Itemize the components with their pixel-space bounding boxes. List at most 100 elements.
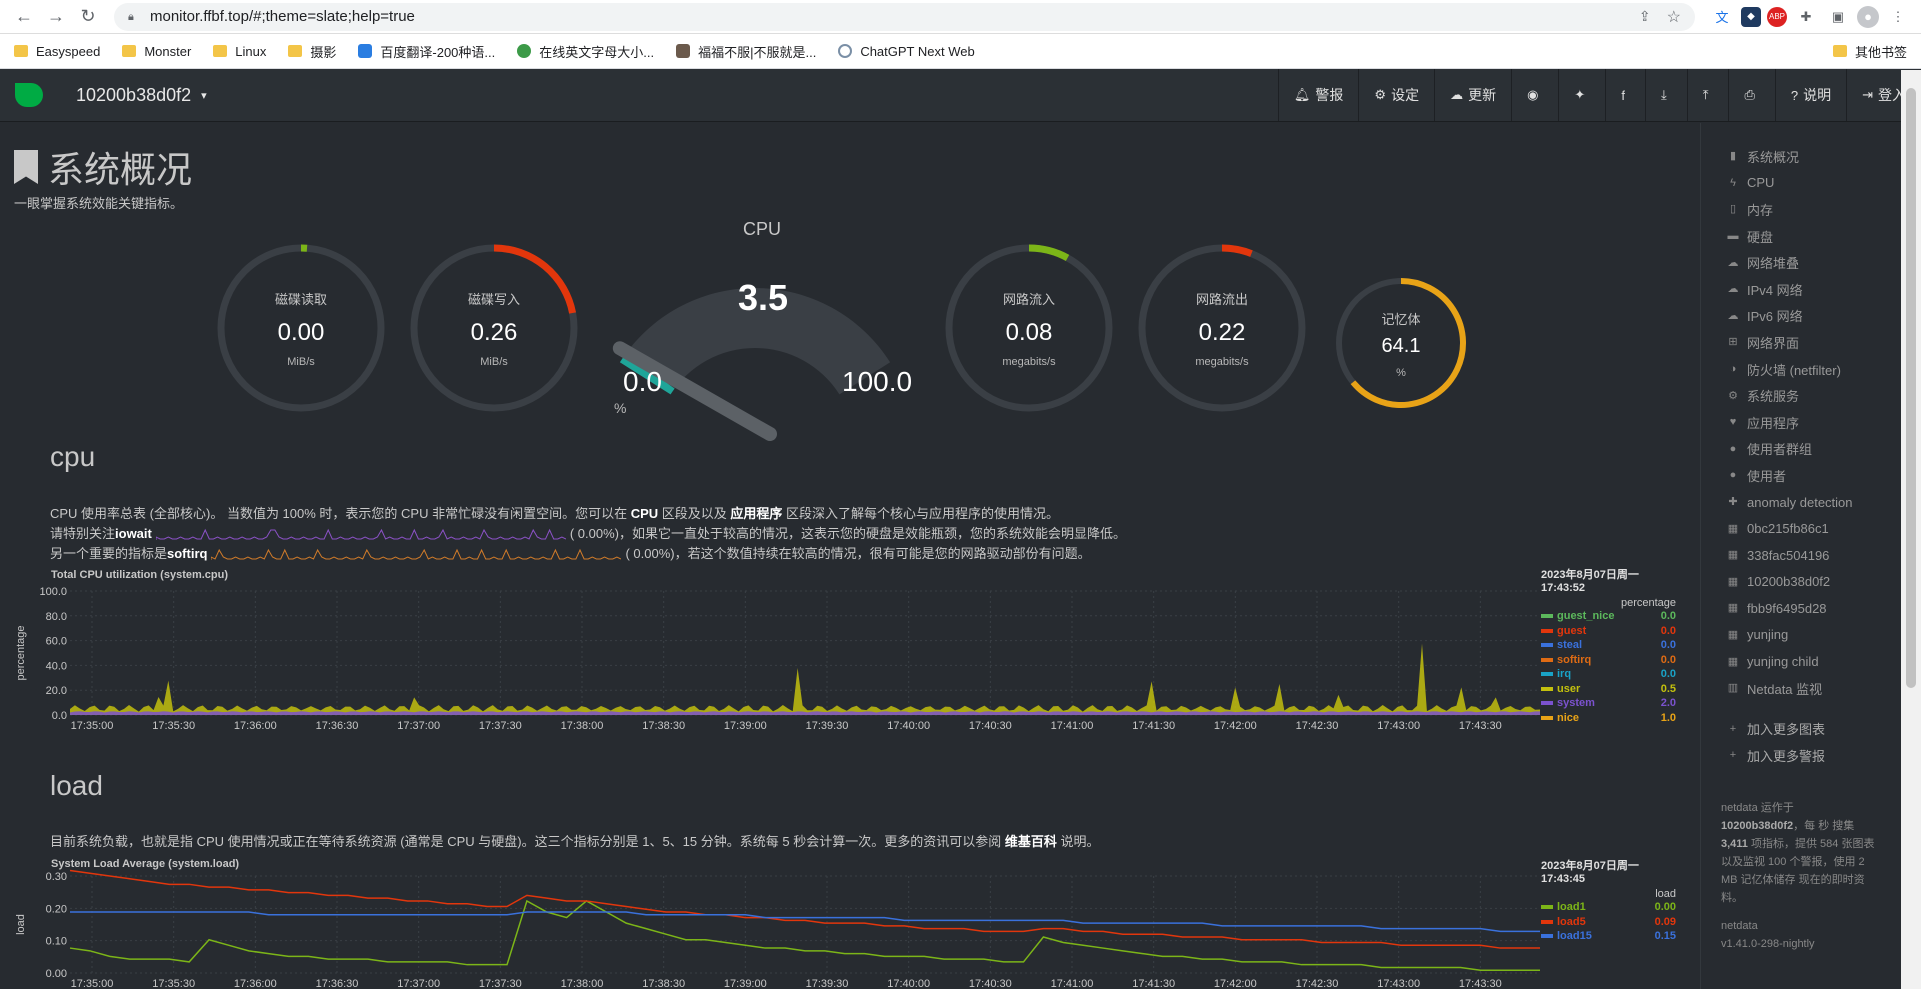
- legend-row[interactable]: system 2.0: [1541, 696, 1676, 711]
- x-tick-label: 17:40:00: [887, 978, 930, 989]
- bookmark-item[interactable]: 福福不服|不服就是...: [676, 42, 816, 61]
- bookmark-item[interactable]: Linux: [213, 44, 266, 59]
- address-bar[interactable]: 🔒︎ monitor.ffbf.top/#;theme=slate;help=t…: [114, 2, 1695, 31]
- sidebar-item[interactable]: ▦ 338fac504196: [1701, 542, 1901, 569]
- back-icon[interactable]: ←: [10, 3, 38, 31]
- wikipedia-link[interactable]: 维基百科: [1005, 834, 1057, 849]
- gauge-unit: %: [1396, 367, 1406, 379]
- cpu-chart-legend: 2023年8月07日周一 17:43:52 percentage guest_n…: [1541, 569, 1676, 725]
- load-chart-legend: 2023年8月07日周一 17:43:45 load load1 0.00 load…: [1541, 860, 1676, 944]
- sidebar-item[interactable]: ▯ 内存: [1701, 196, 1901, 223]
- page-scrollbar[interactable]: [1901, 70, 1921, 989]
- legend-row[interactable]: guest_nice 0.0: [1541, 609, 1676, 624]
- update-button[interactable]: ☁ 更新: [1434, 69, 1511, 121]
- x-tick-label: 17:36:00: [234, 720, 277, 732]
- legend-row[interactable]: load1 0.00: [1541, 900, 1676, 915]
- legend-row[interactable]: load15 0.15: [1541, 929, 1676, 944]
- sidebar-item[interactable]: ▦ 0bc215fb86c1: [1701, 515, 1901, 542]
- legend-row[interactable]: load5 0.09: [1541, 915, 1676, 930]
- legend-row[interactable]: nice 1.0: [1541, 711, 1676, 726]
- sidebar-item[interactable]: ☁ IPv6 网络: [1701, 303, 1901, 330]
- legend-row[interactable]: softirq 0.0: [1541, 653, 1676, 668]
- bookmark-item[interactable]: 百度翻译-200种语...: [358, 42, 495, 61]
- host-selector[interactable]: 10200b38d0f2 ▾: [76, 85, 207, 106]
- sidebar-item[interactable]: ▦ 10200b38d0f2: [1701, 569, 1901, 596]
- netdata-logo[interactable]: [0, 69, 58, 122]
- sidebar-item[interactable]: ● 使用者群组: [1701, 436, 1901, 463]
- sidebar-item[interactable]: ⚙ 系统服务: [1701, 382, 1901, 409]
- gauge-unit: MiB/s: [287, 356, 315, 368]
- sidepanel-icon[interactable]: ▣: [1825, 4, 1851, 30]
- extension-shield-icon[interactable]: ◆: [1741, 6, 1761, 27]
- scrollbar-thumb[interactable]: [1906, 88, 1916, 688]
- legend-row[interactable]: user 0.5: [1541, 682, 1676, 697]
- users-icon: ●: [1729, 442, 1737, 455]
- sidebar-item-label: yunjing child: [1747, 654, 1819, 670]
- profile-avatar-icon[interactable]: ●: [1857, 5, 1879, 28]
- bookmark-item[interactable]: 在线英文字母大小...: [517, 42, 654, 61]
- upload-icon: ⤒: [1702, 87, 1709, 102]
- sidebar-item[interactable]: ☁ 网络堆叠: [1701, 249, 1901, 276]
- help-button[interactable]: ? 说明: [1774, 69, 1846, 121]
- bookmark-item[interactable]: Easyspeed: [14, 44, 100, 59]
- sidebar-item[interactable]: ▦ fbb9f6495d28: [1701, 595, 1901, 622]
- add-alarm-link[interactable]: + 加入更多警报: [1701, 742, 1901, 769]
- x-tick-label: 17:35:00: [71, 720, 114, 732]
- star-icon[interactable]: ☆: [1667, 7, 1681, 27]
- facebook-button[interactable]: f: [1605, 69, 1645, 121]
- cloud-icon: ☁: [1727, 256, 1739, 269]
- sidebar-item[interactable]: ▬ 硬盘: [1701, 223, 1901, 250]
- sidebar-item[interactable]: ▮ 系统概况: [1701, 143, 1901, 170]
- sidebar-item[interactable]: ▥ Netdata 监视: [1701, 675, 1901, 702]
- bookmark-item[interactable]: 摄影: [288, 42, 336, 61]
- reload-icon[interactable]: ↻: [74, 3, 102, 31]
- legend-row[interactable]: irq 0.0: [1541, 667, 1676, 682]
- legend-row[interactable]: guest 0.0: [1541, 624, 1676, 639]
- extension-translate-icon[interactable]: 文: [1709, 4, 1735, 30]
- gauge-memory[interactable]: 记忆体 64.1 %: [1331, 273, 1471, 413]
- cloud-icon: ☁: [1727, 283, 1739, 296]
- right-sidebar: ▮ 系统概况 ϟ CPU ▯ 内存 ▬ 硬盘 ☁ 网络堆叠 ☁ IPv4 网络 ☁ IPv6 网络 ⊞ 网络界…: [1700, 123, 1901, 989]
- sidebar-item[interactable]: ◑ 防火墙 (netfilter): [1701, 356, 1901, 383]
- folder-icon: [213, 45, 228, 57]
- sidebar-item[interactable]: ● 使用者: [1701, 462, 1901, 489]
- sidebar-item[interactable]: ▦ yunjing: [1701, 622, 1901, 649]
- upload-button[interactable]: ⤒: [1686, 69, 1729, 121]
- extension-abp-icon[interactable]: ABP: [1767, 6, 1787, 27]
- load-chart[interactable]: 0.30 0.20 0.10 0.00 17:35:00 17:35:30 17:36:00…: [12, 868, 1542, 989]
- cpu-link[interactable]: CPU: [631, 506, 658, 521]
- settings-button[interactable]: ⚙ 设定: [1358, 69, 1434, 121]
- twitter-button[interactable]: ✦: [1558, 69, 1605, 121]
- sidebar-item[interactable]: ϟ CPU: [1701, 170, 1901, 197]
- extensions-puzzle-icon[interactable]: ✚: [1793, 4, 1819, 30]
- gauge-disk-read[interactable]: 磁碟读取 0.00 MiB/s: [216, 243, 386, 413]
- sidebar-item[interactable]: ♥ 应用程序: [1701, 409, 1901, 436]
- bookmark-item[interactable]: Monster: [122, 44, 191, 59]
- share-icon[interactable]: ⇪: [1639, 8, 1651, 25]
- x-tick-label: 17:38:00: [561, 720, 604, 732]
- x-tick-label: 17:38:30: [642, 720, 685, 732]
- sidebar-item-label: fbb9f6495d28: [1747, 600, 1827, 616]
- menu-kebab-icon[interactable]: ⋮: [1885, 4, 1911, 30]
- apps-link[interactable]: 应用程序: [730, 506, 782, 521]
- gauge-net-out[interactable]: 网路流出 0.22 megabits/s: [1137, 243, 1307, 413]
- sidebar-item[interactable]: ☁ IPv4 网络: [1701, 276, 1901, 303]
- forward-icon[interactable]: →: [42, 3, 70, 31]
- download-button[interactable]: ⤓: [1644, 69, 1687, 121]
- cpu-chart[interactable]: 100.0 80.0 60.0 40.0 20.0 0.0 17:35:00 17:35:30…: [12, 578, 1542, 738]
- legend-date: 2023年8月07日周一: [1541, 569, 1639, 581]
- github-button[interactable]: ◉: [1511, 69, 1558, 121]
- sidebar-item[interactable]: ⊞ 网络界面: [1701, 329, 1901, 356]
- gauge-net-in[interactable]: 网路流入 0.08 megabits/s: [944, 243, 1114, 413]
- gauge-disk-write[interactable]: 磁碟写入 0.26 MiB/s: [409, 243, 579, 413]
- other-bookmarks[interactable]: 其他书签: [1832, 42, 1907, 61]
- cpu-gauge[interactable]: [595, 228, 915, 448]
- legend-series-name: load15: [1541, 929, 1592, 944]
- sidebar-item[interactable]: ▦ yunjing child: [1701, 648, 1901, 675]
- print-button[interactable]: ⎙: [1728, 69, 1774, 121]
- legend-row[interactable]: steal 0.0: [1541, 638, 1676, 653]
- sidebar-item[interactable]: ✚ anomaly detection: [1701, 489, 1901, 516]
- bookmark-item[interactable]: ChatGPT Next Web: [838, 44, 975, 59]
- add-chart-link[interactable]: + 加入更多图表: [1701, 715, 1901, 742]
- alarms-button[interactable]: 🔔︎ 警报: [1277, 69, 1359, 121]
